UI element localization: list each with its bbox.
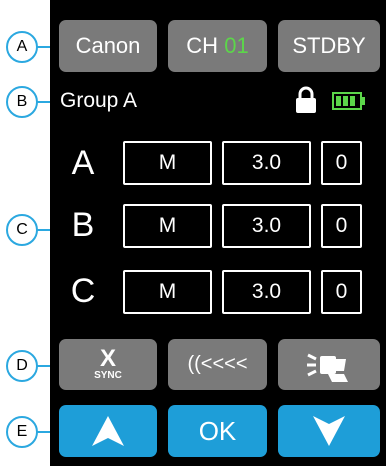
ok-button[interactable]: OK: [168, 405, 267, 457]
group-row-c-value[interactable]: 0: [321, 270, 362, 314]
callout-e: E: [6, 416, 38, 448]
channel-label: CH: [186, 33, 219, 58]
group-row-a-mode[interactable]: M: [123, 141, 212, 185]
callout-a-label: A: [16, 38, 28, 55]
zoom-label: ((<<<<: [187, 353, 248, 375]
brand-button[interactable]: Canon: [59, 20, 157, 72]
callout-c: C: [6, 214, 38, 246]
modeling-light-button[interactable]: [278, 339, 380, 390]
callout-e-label: E: [16, 423, 28, 440]
group-row-a-power[interactable]: 3.0: [222, 141, 311, 185]
group-label: Group A: [60, 89, 138, 112]
callout-c-label: C: [16, 221, 28, 238]
zoom-button[interactable]: ((<<<<: [168, 339, 267, 390]
group-row-b-value[interactable]: 0: [321, 204, 362, 248]
device-screen: Canon CH 01 STDBY Group A A M 3.0 0 B M …: [50, 0, 386, 466]
group-row-c-mode[interactable]: M: [123, 270, 212, 314]
callout-b-label: B: [16, 93, 28, 110]
down-button[interactable]: [278, 405, 380, 457]
arrow-up-icon: [92, 416, 124, 446]
group-row-c-name: C: [70, 272, 96, 310]
group-row-b-name: B: [71, 206, 95, 244]
group-row-a-value[interactable]: 0: [321, 141, 362, 185]
battery-icon: [332, 92, 365, 110]
group-row-b-power[interactable]: 3.0: [222, 204, 311, 248]
callout-b: B: [6, 86, 38, 118]
modeling-light-icon: [307, 353, 348, 382]
callout-a: A: [6, 31, 38, 63]
channel-button[interactable]: CH 01: [168, 20, 267, 72]
group-row-c-power[interactable]: 3.0: [222, 270, 311, 314]
up-button[interactable]: [59, 405, 157, 457]
channel-value: 01: [224, 33, 249, 58]
arrow-down-icon: [313, 416, 345, 446]
group-row-b-mode[interactable]: M: [123, 204, 212, 248]
sync-icon: X: [99, 344, 116, 372]
callout-d: D: [6, 350, 38, 382]
sync-label: SYNC: [94, 369, 122, 381]
mode-label: STDBY: [292, 33, 366, 58]
ok-label: OK: [198, 415, 237, 446]
brand-label: Canon: [75, 33, 141, 58]
callout-d-label: D: [16, 357, 28, 374]
lock-icon: [296, 86, 316, 113]
group-row-a-name: A: [71, 144, 95, 182]
sync-button[interactable]: X SYNC: [59, 339, 157, 390]
mode-button[interactable]: STDBY: [278, 20, 380, 72]
